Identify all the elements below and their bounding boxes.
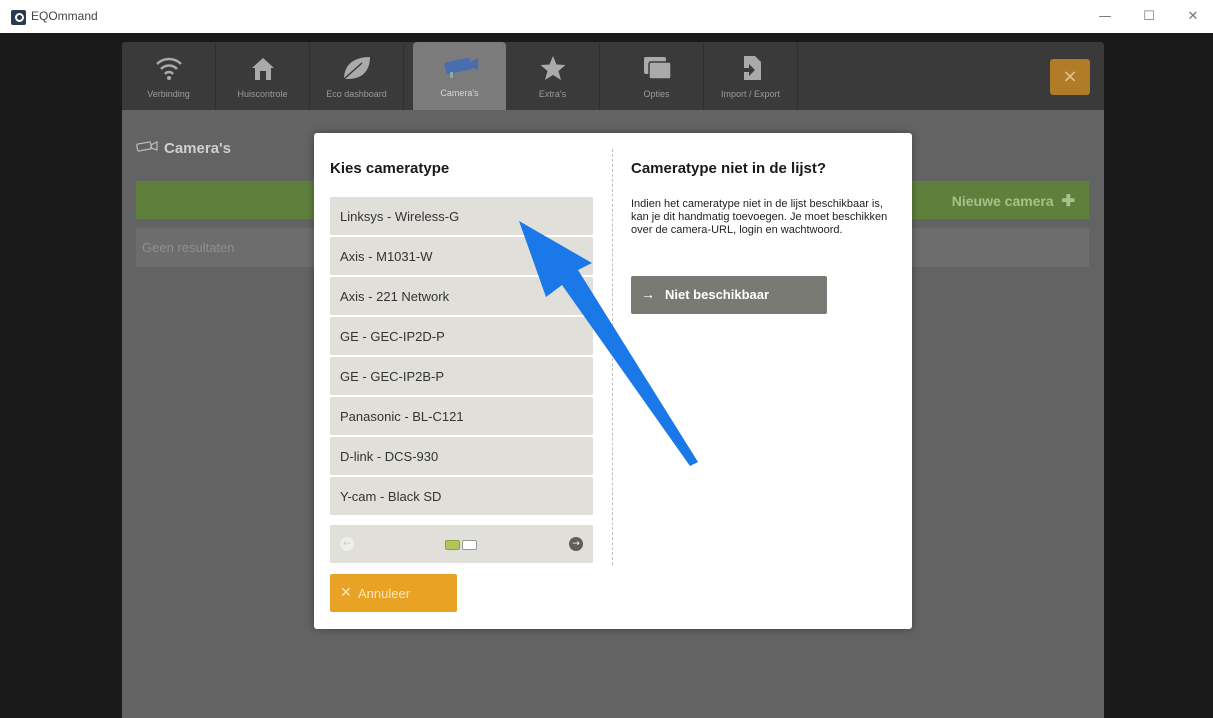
page-indicator-active[interactable] [445, 540, 460, 550]
nav-item-cameras[interactable]: Camera's [413, 42, 506, 112]
camera-type-item[interactable]: Axis - M1031-W [330, 237, 593, 275]
camera-type-list: Linksys - Wireless-G Axis - M1031-W Axis… [330, 197, 593, 517]
nav-item-eco-dashboard[interactable]: Eco dashboard [310, 43, 404, 110]
page-title: Camera's [136, 140, 231, 158]
plus-icon: ✚ [1061, 193, 1075, 210]
leaf-icon [310, 53, 403, 83]
nav-label: Import / Export [720, 89, 781, 99]
nav-label: Verbinding [147, 89, 190, 99]
nav-item-huiscontrole[interactable]: Huiscontrole [216, 43, 310, 110]
windows-icon [610, 53, 703, 83]
camera-type-label: Panasonic - BL-C121 [340, 409, 464, 424]
star-icon [506, 53, 599, 83]
new-camera-button[interactable]: Nieuwe camera ✚ [952, 191, 1075, 211]
modal-description: Indien het cameratype niet in de lijst b… [631, 198, 888, 236]
close-icon[interactable]: ✕ [1180, 6, 1206, 28]
import-export-icon [704, 53, 797, 83]
nav-item-extras[interactable]: Extra's [506, 43, 600, 110]
arrow-right-icon: → [641, 286, 655, 302]
camera-type-item[interactable]: Y-cam - Black SD [330, 477, 593, 515]
nav-label: Eco dashboard [326, 89, 387, 99]
page-indicator-inactive[interactable] [462, 540, 477, 550]
camera-type-label: Y-cam - Black SD [340, 489, 442, 504]
nav-label: Huiscontrole [237, 89, 288, 99]
camera-type-label: Axis - 221 Network [340, 289, 450, 304]
cancel-label: Annuleer [358, 586, 411, 601]
not-available-label: Niet beschikbaar [665, 287, 770, 302]
modal-divider [612, 149, 613, 565]
camera-outline-icon [136, 140, 158, 158]
page-title-text: Camera's [164, 140, 231, 157]
app-logo-icon [11, 10, 26, 25]
cancel-button[interactable]: ✕ Annuleer [330, 574, 457, 612]
close-x-icon: ✕ [340, 584, 352, 600]
camera-type-item[interactable]: GE - GEC-IP2D-P [330, 317, 593, 355]
nav-label: Camera's [440, 88, 479, 98]
not-available-button[interactable]: → Niet beschikbaar [631, 276, 827, 314]
nav-item-opties[interactable]: Opties [610, 43, 704, 110]
window-title-bar: EQOmmand — ☐ ✕ [0, 0, 1213, 33]
prev-page-icon[interactable]: ← [340, 537, 354, 551]
camera-type-label: Axis - M1031-W [340, 249, 433, 264]
panel-close-button[interactable]: × [1050, 59, 1090, 95]
modal-right-title: Cameratype niet in de lijst? [631, 160, 827, 177]
top-nav: Verbinding Huiscontrole Eco dashboard Ca… [122, 42, 1104, 112]
camera-type-item[interactable]: D-link - DCS-930 [330, 437, 593, 475]
home-icon [216, 53, 309, 83]
camera-type-label: GE - GEC-IP2B-P [340, 369, 445, 384]
nav-label: Opties [643, 89, 670, 99]
list-pager: ← → [330, 525, 593, 563]
next-page-icon[interactable]: → [569, 537, 583, 551]
nav-item-import-export[interactable]: Import / Export [704, 43, 798, 110]
camera-icon [413, 52, 506, 82]
maximize-icon[interactable]: ☐ [1136, 6, 1162, 28]
camera-type-label: Linksys - Wireless-G [340, 209, 460, 224]
new-camera-label: Nieuwe camera [951, 193, 1054, 209]
minimize-icon[interactable]: — [1092, 6, 1118, 28]
camera-type-label: GE - GEC-IP2D-P [340, 329, 445, 344]
camera-type-item[interactable]: Linksys - Wireless-G [330, 197, 593, 235]
wifi-icon [122, 53, 215, 83]
nav-item-verbinding[interactable]: Verbinding [122, 43, 216, 110]
app-title: EQOmmand [31, 9, 98, 23]
no-results-text: Geen resultaten [142, 240, 235, 255]
camera-type-item[interactable]: GE - GEC-IP2B-P [330, 357, 593, 395]
camera-type-item[interactable]: Axis - 221 Network [330, 277, 593, 315]
camera-type-modal: Kies cameratype Linksys - Wireless-G Axi… [314, 133, 912, 629]
camera-type-item[interactable]: Panasonic - BL-C121 [330, 397, 593, 435]
nav-label: Extra's [538, 89, 567, 99]
modal-left-title: Kies cameratype [330, 160, 450, 177]
camera-type-label: D-link - DCS-930 [340, 449, 439, 464]
